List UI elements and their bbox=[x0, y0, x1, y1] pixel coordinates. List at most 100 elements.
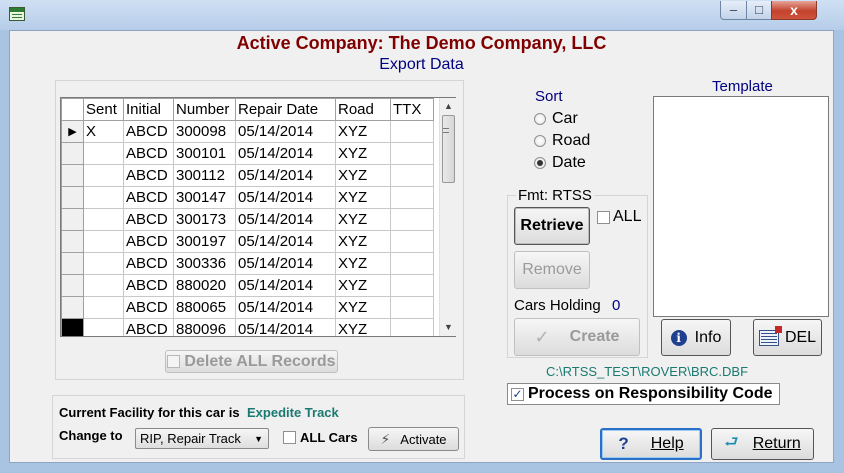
column-header-number[interactable]: Number bbox=[173, 98, 236, 121]
cell-repair-date[interactable]: 05/14/2014 bbox=[235, 252, 336, 275]
delete-all-records-button[interactable]: Delete ALL Records bbox=[165, 350, 338, 373]
cell-repair-date[interactable]: 05/14/2014 bbox=[235, 296, 336, 319]
cell-number[interactable]: 300112 bbox=[173, 164, 236, 187]
cell-number[interactable]: 300147 bbox=[173, 186, 236, 209]
cell-initial[interactable]: ABCD bbox=[123, 186, 174, 209]
cell-initial[interactable]: ABCD bbox=[123, 274, 174, 297]
retrieve-button[interactable]: Retrieve bbox=[514, 207, 590, 245]
cell-sent[interactable] bbox=[83, 252, 124, 275]
column-header-repair-date[interactable]: Repair Date bbox=[235, 98, 336, 121]
row-selector[interactable] bbox=[61, 208, 84, 231]
cell-ttx[interactable] bbox=[390, 318, 434, 336]
scroll-down-arrow-icon[interactable]: ▼ bbox=[440, 319, 457, 336]
radio-button-selected[interactable] bbox=[534, 157, 546, 169]
delete-all-checkbox[interactable] bbox=[167, 355, 181, 368]
row-selector[interactable] bbox=[61, 164, 84, 187]
cell-sent[interactable] bbox=[83, 296, 124, 319]
cell-number[interactable]: 880020 bbox=[173, 274, 236, 297]
cell-sent[interactable]: X bbox=[83, 120, 124, 143]
maximize-button[interactable]: □ bbox=[746, 1, 772, 20]
cell-repair-date[interactable]: 05/14/2014 bbox=[235, 120, 336, 143]
cell-ttx[interactable] bbox=[390, 186, 434, 209]
cell-repair-date[interactable]: 05/14/2014 bbox=[235, 208, 336, 231]
cell-ttx[interactable] bbox=[390, 208, 434, 231]
radio-button[interactable] bbox=[534, 135, 546, 147]
cell-road[interactable]: XYZ bbox=[335, 142, 391, 165]
table-row[interactable]: ABCD 300101 05/14/2014 XYZ bbox=[61, 142, 434, 165]
cell-ttx[interactable] bbox=[390, 230, 434, 253]
row-selector[interactable] bbox=[61, 274, 84, 297]
cell-sent[interactable] bbox=[83, 164, 124, 187]
all-cars-checkbox-row[interactable]: ALL Cars bbox=[283, 430, 358, 445]
cell-road[interactable]: XYZ bbox=[335, 274, 391, 297]
cell-road[interactable]: XYZ bbox=[335, 252, 391, 275]
cell-road[interactable]: XYZ bbox=[335, 120, 391, 143]
table-row[interactable]: ABCD 300112 05/14/2014 XYZ bbox=[61, 164, 434, 187]
row-selector[interactable] bbox=[61, 296, 84, 319]
records-grid[interactable]: Sent Initial Number Repair Date Road TTX… bbox=[60, 97, 456, 337]
sort-option-date[interactable]: Date bbox=[534, 154, 586, 172]
cell-initial[interactable]: ABCD bbox=[123, 318, 174, 336]
activate-button[interactable]: ⚡ Activate bbox=[368, 427, 459, 451]
cell-ttx[interactable] bbox=[390, 274, 434, 297]
new-row-selector[interactable] bbox=[61, 318, 84, 336]
table-row[interactable]: ABCD 880065 05/14/2014 XYZ bbox=[61, 296, 434, 319]
row-selector[interactable] bbox=[61, 252, 84, 275]
table-row[interactable]: ABCD 300197 05/14/2014 XYZ bbox=[61, 230, 434, 253]
return-button[interactable]: ⮐ Return bbox=[711, 428, 814, 460]
sort-option-car[interactable]: Car bbox=[534, 110, 578, 128]
create-button[interactable]: ✓ Create bbox=[514, 318, 640, 356]
cell-sent[interactable] bbox=[83, 142, 124, 165]
cell-number[interactable]: 300173 bbox=[173, 208, 236, 231]
cell-road[interactable]: XYZ bbox=[335, 186, 391, 209]
remove-button[interactable]: Remove bbox=[514, 251, 590, 289]
cell-sent[interactable] bbox=[83, 318, 124, 336]
template-list[interactable] bbox=[653, 96, 829, 317]
info-button[interactable]: i Info bbox=[661, 319, 731, 356]
change-to-select[interactable]: RIP, Repair Track ▼ bbox=[135, 428, 269, 449]
cell-road[interactable]: XYZ bbox=[335, 164, 391, 187]
cell-road[interactable]: XYZ bbox=[335, 230, 391, 253]
cell-number[interactable]: 300336 bbox=[173, 252, 236, 275]
scroll-thumb[interactable] bbox=[442, 115, 455, 183]
cell-repair-date[interactable]: 05/14/2014 bbox=[235, 142, 336, 165]
column-header-road[interactable]: Road bbox=[335, 98, 391, 121]
table-row[interactable]: ABCD 880020 05/14/2014 XYZ bbox=[61, 274, 434, 297]
cell-number[interactable]: 300101 bbox=[173, 142, 236, 165]
cell-repair-date[interactable]: 05/14/2014 bbox=[235, 164, 336, 187]
cell-sent[interactable] bbox=[83, 274, 124, 297]
cell-number[interactable]: 300197 bbox=[173, 230, 236, 253]
help-button[interactable]: ? Help bbox=[600, 428, 702, 460]
cell-road[interactable]: XYZ bbox=[335, 208, 391, 231]
cell-road[interactable]: XYZ bbox=[335, 318, 391, 336]
radio-button[interactable] bbox=[534, 113, 546, 125]
cell-sent[interactable] bbox=[83, 208, 124, 231]
cell-number[interactable]: 880096 bbox=[173, 318, 236, 336]
responsibility-checkbox[interactable]: ✓ bbox=[511, 387, 524, 401]
table-row[interactable]: ▶ X ABCD 300098 05/14/2014 XYZ bbox=[61, 120, 434, 143]
cell-ttx[interactable] bbox=[390, 296, 434, 319]
close-button[interactable]: x bbox=[771, 1, 817, 20]
cell-repair-date[interactable]: 05/14/2014 bbox=[235, 186, 336, 209]
column-header-ttx[interactable]: TTX bbox=[390, 98, 434, 121]
cell-repair-date[interactable]: 05/14/2014 bbox=[235, 230, 336, 253]
table-row[interactable]: ABCD 300147 05/14/2014 XYZ bbox=[61, 186, 434, 209]
cell-initial[interactable]: ABCD bbox=[123, 120, 174, 143]
row-selector[interactable] bbox=[61, 186, 84, 209]
window-titlebar[interactable] bbox=[0, 0, 844, 30]
cell-ttx[interactable] bbox=[390, 164, 434, 187]
row-selector[interactable] bbox=[61, 230, 84, 253]
cell-ttx[interactable] bbox=[390, 252, 434, 275]
row-selector[interactable] bbox=[61, 142, 84, 165]
cell-ttx[interactable] bbox=[390, 142, 434, 165]
all-cars-checkbox[interactable] bbox=[283, 431, 296, 444]
cell-number[interactable]: 880065 bbox=[173, 296, 236, 319]
cell-initial[interactable]: ABCD bbox=[123, 142, 174, 165]
column-header-sent[interactable]: Sent bbox=[83, 98, 124, 121]
scroll-up-arrow-icon[interactable]: ▲ bbox=[440, 98, 457, 115]
cell-initial[interactable]: ABCD bbox=[123, 230, 174, 253]
del-button[interactable]: DEL bbox=[753, 319, 822, 356]
table-row[interactable]: ABCD 300336 05/14/2014 XYZ bbox=[61, 252, 434, 275]
chevron-down-icon[interactable]: ▼ bbox=[254, 434, 263, 444]
cell-initial[interactable]: ABCD bbox=[123, 208, 174, 231]
